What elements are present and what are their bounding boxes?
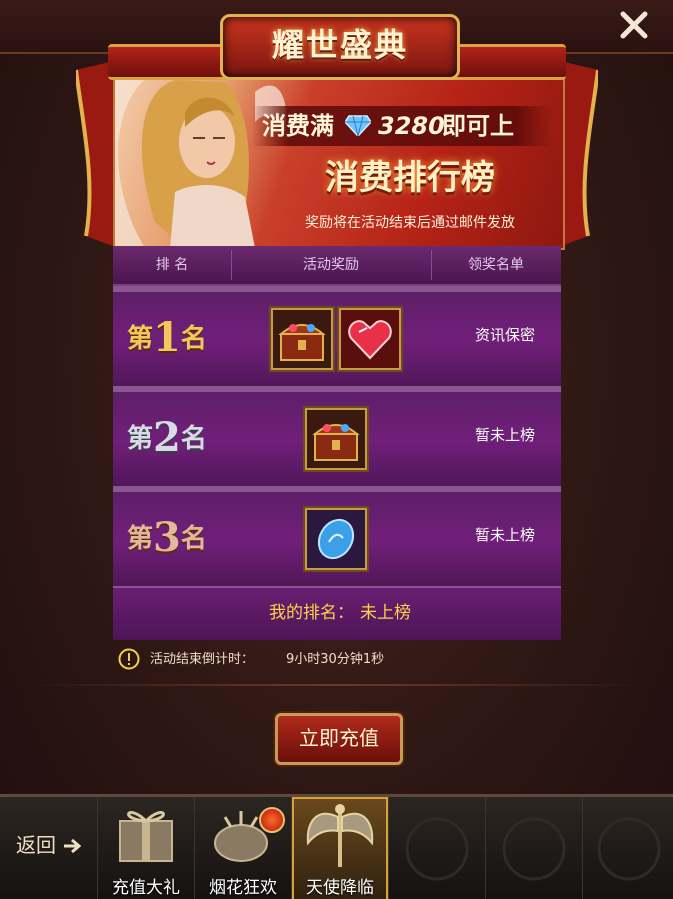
title-ribbon: 耀世盛典 (108, 14, 566, 80)
back-button[interactable]: 返回 (16, 829, 96, 869)
table-row: 第2名 暂未上榜 (113, 386, 561, 490)
table-header: 排 名 活动奖励 领奖名单 (113, 246, 561, 286)
divider (30, 684, 643, 686)
my-rank-bar: 我的排名： 未上榜 (113, 586, 561, 640)
tab-label: 天使降临 (306, 878, 374, 898)
rank-prefix: 第 (127, 324, 154, 354)
header-winners: 领奖名单 (468, 257, 524, 273)
reward-item[interactable] (271, 308, 333, 370)
gift-box-icon (119, 811, 173, 862)
close-button[interactable] (617, 8, 651, 42)
rank-suffix: 名 (180, 424, 207, 454)
rank-label: 第1名 (127, 314, 207, 364)
blue-gem-icon (317, 518, 355, 560)
angel-wings-icon (306, 804, 374, 867)
spend-suffix: 即可上 (442, 112, 514, 140)
tab-recharge-gift[interactable]: 充值大礼 (97, 797, 194, 899)
tab-angel-descend[interactable]: 天使降临 (291, 797, 388, 899)
recharge-button[interactable]: 立即充值 (275, 713, 403, 765)
event-window: 消费满 3280 即可上 消费排行榜 奖励将在活动结束后通过邮件发放 耀世盛典 … (0, 0, 673, 899)
empty-slot-emblem-icon (405, 817, 469, 881)
reward-item[interactable] (305, 508, 367, 570)
empty-slot-emblem-icon (502, 817, 566, 881)
table-row: 第1名 资讯保密 (113, 286, 561, 390)
notification-badge (259, 807, 285, 833)
reward-item[interactable] (339, 308, 401, 370)
table-row: 第3名 暂未上榜 (113, 486, 561, 590)
rank-prefix: 第 (127, 424, 154, 454)
alert-icon (118, 648, 140, 670)
page-title: 耀世盛典 (271, 26, 408, 64)
tab-fireworks[interactable]: 烟花狂欢 (194, 797, 291, 899)
treasure-chest-icon (278, 324, 326, 361)
winner-name: 暂未上榜 (474, 426, 535, 444)
rank-number: 3 (153, 514, 181, 561)
my-rank-value: 未上榜 (360, 603, 411, 623)
header-rewards: 活动奖励 (303, 257, 359, 273)
tab-label: 烟花狂欢 (209, 878, 277, 898)
ruby-heart-icon (341, 310, 399, 368)
spend-requirement: 消费满 3280 即可上 (252, 106, 552, 146)
ranking-table: 排 名 活动奖励 领奖名单 第1名 资讯保密 第2名 暂未上榜 第3名 暂未上榜… (113, 246, 561, 640)
banner-title: 消费排行榜 (325, 158, 495, 198)
tab-empty-slot (485, 797, 582, 899)
rank-number: 2 (153, 414, 181, 461)
tab-label: 充值大礼 (112, 878, 180, 898)
rank-prefix: 第 (127, 524, 154, 554)
rank-suffix: 名 (180, 324, 207, 354)
countdown-label: 活动结束倒计时： (150, 652, 255, 667)
header-rank: 排 名 (155, 257, 189, 273)
my-rank-label: 我的排名： (269, 603, 354, 623)
spend-amount: 3280 (378, 112, 445, 140)
reward-item[interactable] (305, 408, 367, 470)
tab-empty-slot (582, 797, 673, 899)
reward-mail-note: 奖励将在活动结束后通过邮件发放 (305, 215, 515, 231)
empty-slot-emblem-icon (597, 817, 661, 881)
event-banner: 消费满 3280 即可上 消费排行榜 奖励将在活动结束后通过邮件发放 (113, 70, 565, 250)
left-curtain-decoration (76, 60, 118, 248)
arrow-right-icon (64, 838, 82, 854)
bottom-nav: 返回 充值大礼 烟花狂欢 天使降临 (0, 794, 673, 899)
tab-empty-slot (388, 797, 485, 899)
winner-name: 资讯保密 (474, 326, 535, 344)
close-icon (620, 11, 648, 39)
winner-name: 暂未上榜 (474, 526, 535, 544)
title-plaque: 耀世盛典 (220, 14, 460, 80)
spend-prefix: 消费满 (262, 112, 334, 140)
diamond-icon (345, 115, 371, 136)
rank-suffix: 名 (180, 524, 207, 554)
back-label: 返回 (16, 833, 56, 857)
countdown-value: 9小时30分钟1秒 (286, 652, 385, 667)
rank-number: 1 (153, 314, 181, 361)
angel-portrait-image (115, 72, 287, 248)
rank-label: 第2名 (127, 414, 207, 464)
rank-label: 第3名 (127, 514, 207, 564)
treasure-chest-icon (312, 424, 360, 461)
